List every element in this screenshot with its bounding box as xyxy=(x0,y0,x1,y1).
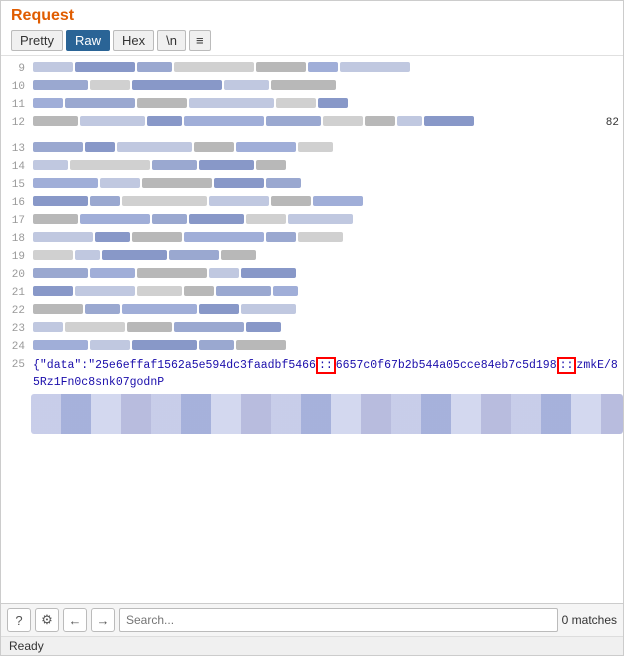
line-content xyxy=(31,266,623,284)
line-number: 12 xyxy=(1,114,31,132)
line-content xyxy=(31,284,623,302)
line-content xyxy=(31,140,623,158)
status-text: Ready xyxy=(9,639,44,653)
tab-raw[interactable]: Raw xyxy=(66,30,110,51)
highlight-2: :: xyxy=(557,357,577,374)
line-number: 18 xyxy=(1,230,31,248)
line-25-content: {"data":"25e6effaf1562a5e594dc3faadbf546… xyxy=(31,356,623,392)
line-content xyxy=(31,194,623,212)
back-button[interactable]: ← xyxy=(63,608,87,632)
tab-newline[interactable]: \n xyxy=(157,30,186,51)
line-row: 20 xyxy=(1,266,623,284)
line-number: 16 xyxy=(1,194,31,212)
line-content xyxy=(31,60,623,78)
search-input[interactable] xyxy=(119,608,558,632)
content-inner: 9 10 11 xyxy=(1,56,623,603)
line-content: 82 xyxy=(31,114,623,132)
line-gap xyxy=(1,132,623,140)
line-row: 9 xyxy=(1,60,623,78)
line-content xyxy=(31,78,623,96)
line-content xyxy=(31,96,623,114)
line-number: 14 xyxy=(1,158,31,176)
line-number: 11 xyxy=(1,96,31,114)
line-row: 11 xyxy=(1,96,623,114)
line-content xyxy=(31,230,623,248)
toolbar: Pretty Raw Hex \n ≡ xyxy=(11,30,613,51)
line-number: 19 xyxy=(1,248,31,266)
byte-count: 82 xyxy=(606,114,619,132)
line-25-text: {"data":"25e6effaf1562a5e594dc3faadbf546… xyxy=(31,356,623,392)
bottom-blurred-block xyxy=(31,394,623,434)
line-row: 22 xyxy=(1,302,623,320)
json-data-mid: 6657c0f67b2b544a05cce84eb7c5d198 xyxy=(336,359,557,372)
tab-pretty[interactable]: Pretty xyxy=(11,30,63,51)
line-row: 21 xyxy=(1,284,623,302)
tab-hex[interactable]: Hex xyxy=(113,30,154,51)
line-number: 22 xyxy=(1,302,31,320)
footer: ? ⚙ ← → 0 matches xyxy=(1,603,623,636)
help-button[interactable]: ? xyxy=(7,608,31,632)
line-number: 21 xyxy=(1,284,31,302)
settings-button[interactable]: ⚙ xyxy=(35,608,59,632)
line-number: 23 xyxy=(1,320,31,338)
line-row: 16 xyxy=(1,194,623,212)
status-bar: Ready xyxy=(1,636,623,655)
line-number: 13 xyxy=(1,140,31,158)
line-row: 24 xyxy=(1,338,623,356)
line-content xyxy=(31,320,623,338)
line-row: 15 xyxy=(1,176,623,194)
line-number: 24 xyxy=(1,338,31,356)
line-content xyxy=(31,302,623,320)
matches-label: 0 matches xyxy=(562,613,617,627)
json-data-prefix: {"data":"25e6effaf1562a5e594dc3faadbf546… xyxy=(33,359,316,372)
line-row: 14 xyxy=(1,158,623,176)
header: Request Pretty Raw Hex \n ≡ xyxy=(1,1,623,56)
line-row: 18 xyxy=(1,230,623,248)
line-content xyxy=(31,248,623,266)
line-row: 17 xyxy=(1,212,623,230)
highlight-1: :: xyxy=(316,357,336,374)
line-number: 17 xyxy=(1,212,31,230)
line-number: 10 xyxy=(1,78,31,96)
line-content xyxy=(31,176,623,194)
line-row: 13 xyxy=(1,140,623,158)
page-title: Request xyxy=(11,7,613,25)
line-25-row: 25 {"data":"25e6effaf1562a5e594dc3faadbf… xyxy=(1,356,623,392)
line-row: 10 xyxy=(1,78,623,96)
content-area: 9 10 11 xyxy=(1,56,623,603)
line-number: 20 xyxy=(1,266,31,284)
line-row: 19 xyxy=(1,248,623,266)
line-number: 25 xyxy=(1,356,31,374)
line-number: 9 xyxy=(1,60,31,78)
menu-button[interactable]: ≡ xyxy=(189,30,211,51)
line-content xyxy=(31,212,623,230)
line-row: 23 xyxy=(1,320,623,338)
line-content xyxy=(31,158,623,176)
line-number: 15 xyxy=(1,176,31,194)
line-row: 12 82 xyxy=(1,114,623,132)
line-content xyxy=(31,338,623,356)
forward-button[interactable]: → xyxy=(91,608,115,632)
